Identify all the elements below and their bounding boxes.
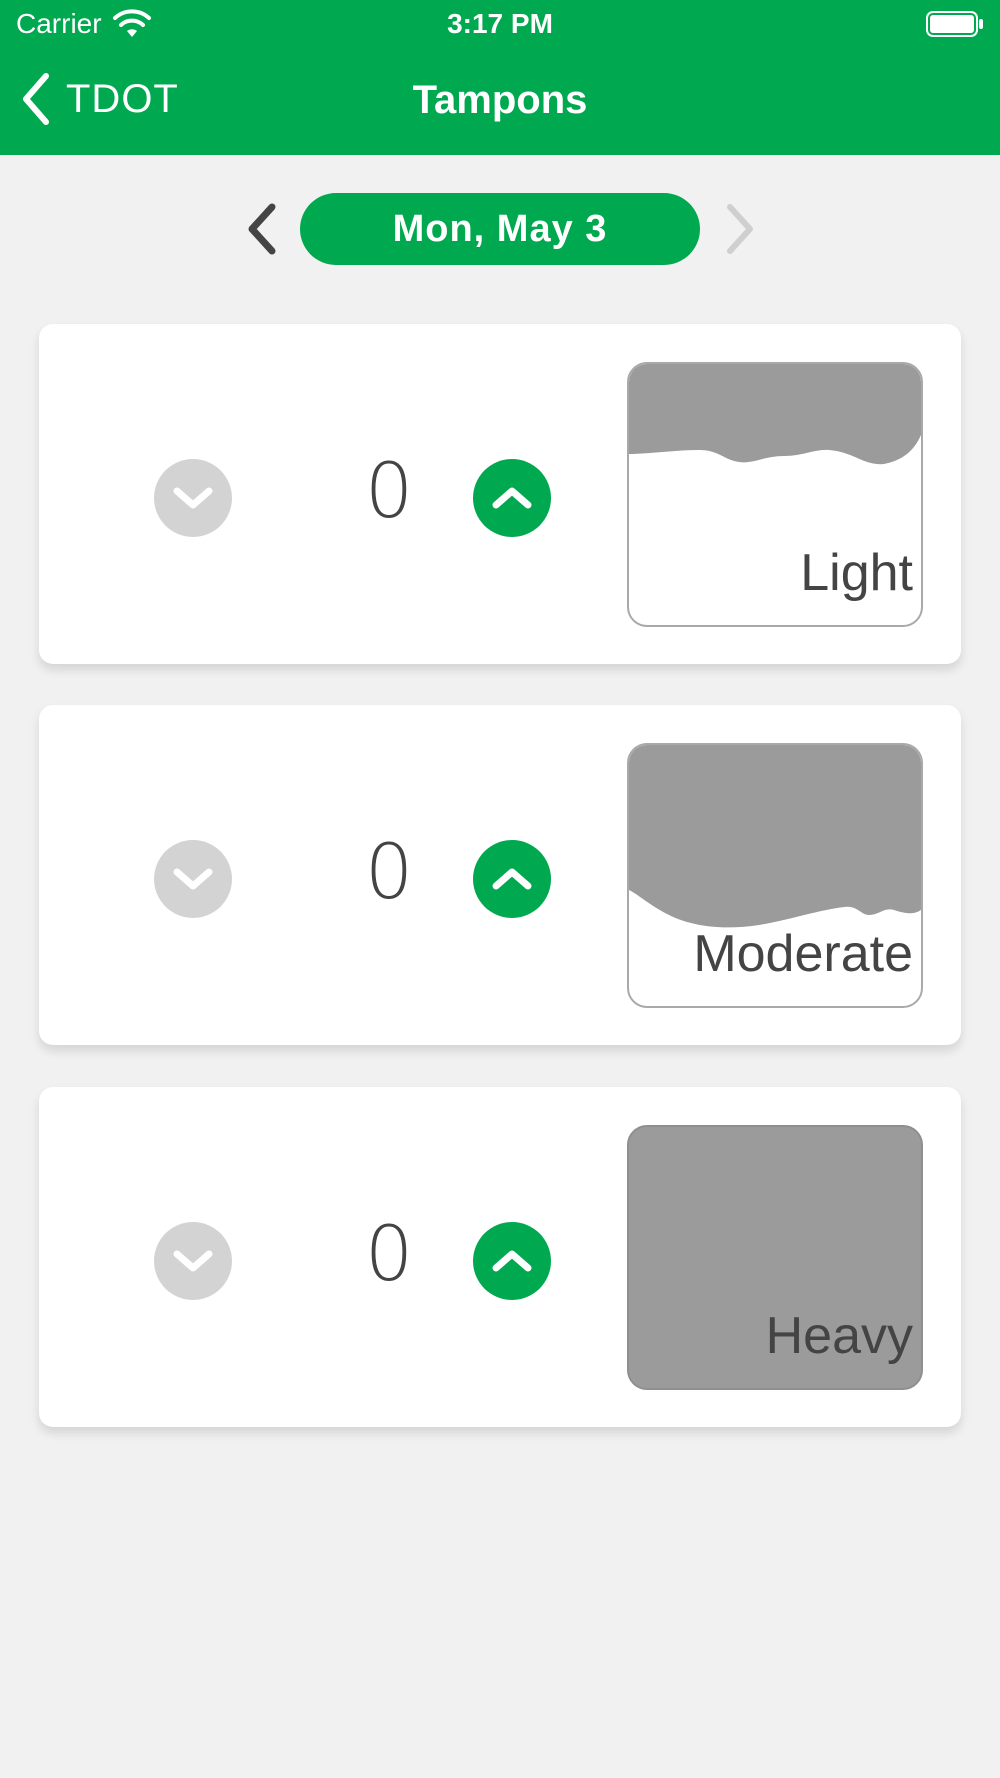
flow-card-light: 0 Light bbox=[39, 324, 961, 664]
current-date[interactable]: Mon, May 3 bbox=[300, 193, 700, 265]
chevron-down-icon bbox=[173, 487, 213, 509]
page-title: Tampons bbox=[412, 78, 588, 122]
decrement-button[interactable] bbox=[154, 459, 232, 537]
count-value: 0 bbox=[364, 446, 414, 535]
chevron-down-icon bbox=[173, 1250, 213, 1272]
flow-label: Heavy bbox=[765, 1307, 913, 1365]
chevron-down-icon bbox=[173, 868, 213, 890]
increment-button[interactable] bbox=[473, 1222, 551, 1300]
increment-button[interactable] bbox=[473, 840, 551, 918]
flow-card-heavy: 0 Heavy bbox=[39, 1087, 961, 1427]
chevron-up-icon bbox=[492, 1250, 532, 1272]
decrement-button[interactable] bbox=[154, 840, 232, 918]
decrement-button[interactable] bbox=[154, 1222, 232, 1300]
flow-swatch-moderate: Moderate bbox=[627, 743, 923, 1008]
count-value: 0 bbox=[364, 827, 414, 916]
flow-label: Moderate bbox=[693, 925, 913, 983]
chevron-up-icon bbox=[492, 868, 532, 890]
increment-button[interactable] bbox=[473, 459, 551, 537]
count-value: 0 bbox=[364, 1209, 414, 1298]
flow-card-moderate: 0 Moderate bbox=[39, 705, 961, 1045]
previous-day-button[interactable] bbox=[242, 201, 282, 257]
next-day-button[interactable] bbox=[720, 201, 760, 257]
flow-label: Light bbox=[800, 544, 913, 602]
top-bar: Carrier 3:17 PM TDOT Tampons bbox=[0, 0, 1000, 155]
flow-swatch-light: Light bbox=[627, 362, 923, 627]
battery-icon bbox=[926, 11, 983, 37]
date-selector: Mon, May 3 bbox=[0, 193, 1000, 265]
flow-swatch-heavy: Heavy bbox=[627, 1125, 923, 1390]
chevron-up-icon bbox=[492, 487, 532, 509]
status-time: 3:17 PM bbox=[447, 8, 553, 39]
